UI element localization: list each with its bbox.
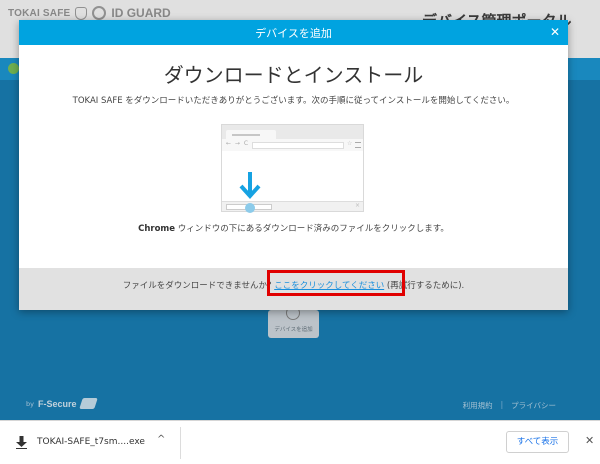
- download-bar: TOKAI-SAFE_t7sm....exe ^ すべて表示 ✕: [0, 420, 600, 464]
- highlight-annotation: [267, 270, 405, 296]
- illustration-url-bar: [252, 142, 344, 149]
- modal-heading: ダウンロードとインストール: [163, 63, 424, 87]
- click-indicator: [245, 203, 255, 213]
- modal-title: デバイスを追加: [255, 27, 332, 40]
- modal-footer: ファイルをダウンロードできませんか? ここをクリックしてください (再試行するた…: [19, 268, 568, 310]
- download-filename[interactable]: TOKAI-SAFE_t7sm....exe: [37, 437, 145, 447]
- download-arrow-icon: [239, 172, 261, 199]
- menu-icon: [355, 142, 361, 148]
- retry-prefix: ファイルをダウンロードできませんか?: [122, 281, 275, 291]
- file-icon: [16, 436, 27, 449]
- close-download-bar-icon[interactable]: ✕: [585, 434, 594, 447]
- illustration-close-icon: ×: [354, 202, 360, 209]
- chevron-up-icon[interactable]: ^: [157, 434, 165, 445]
- modal-header: デバイスを追加 ✕: [19, 20, 568, 45]
- download-divider: [180, 427, 181, 459]
- instruction-rest: ウィンドウの下にあるダウンロード済みのファイルをクリックします。: [175, 224, 449, 234]
- add-device-modal: デバイスを追加 ✕ ダウンロードとインストール TOKAI SAFE をダウンロ…: [19, 20, 568, 310]
- close-icon[interactable]: ✕: [550, 25, 560, 39]
- modal-intro-text: TOKAI SAFE をダウンロードいただきありがとうございます。次の手順に従っ…: [72, 96, 515, 106]
- illustration-tab-line: [232, 134, 260, 136]
- instruction-browser-name: Chrome: [138, 224, 176, 234]
- show-all-button[interactable]: すべて表示: [506, 431, 569, 453]
- star-icon: ☆: [347, 140, 353, 147]
- illustration-nav-icons: ← → C: [226, 140, 250, 147]
- instruction-text: Chrome ウィンドウの下にあるダウンロード済みのファイルをクリックします。: [19, 222, 568, 234]
